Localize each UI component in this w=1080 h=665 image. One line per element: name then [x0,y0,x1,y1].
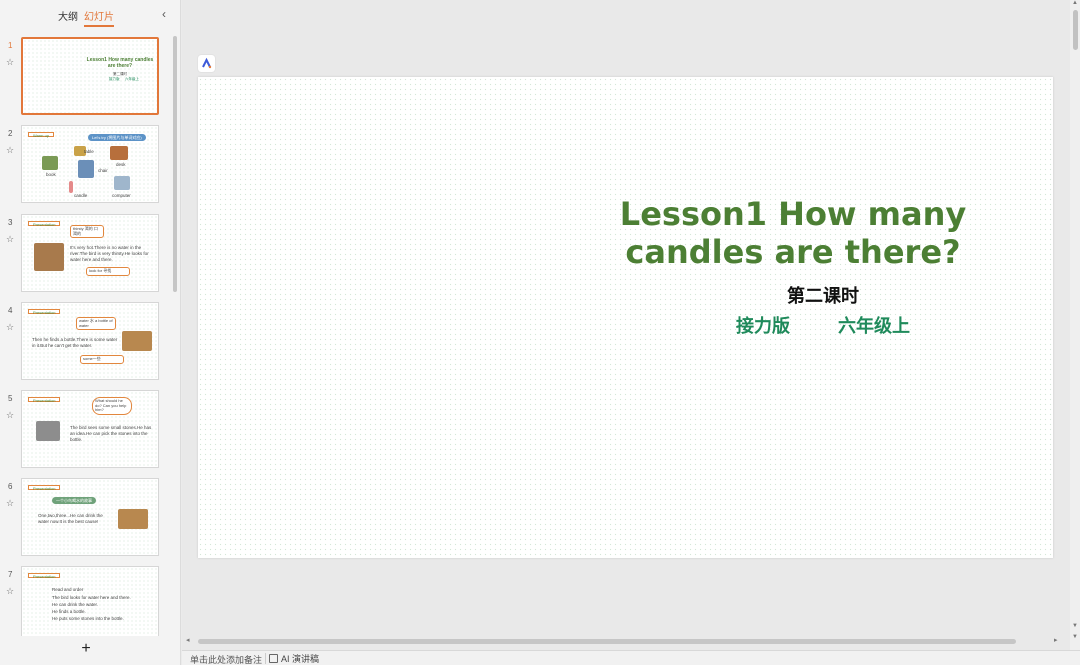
thumb-text: The bird sees some small stones.He has a… [70,425,152,442]
slide-title[interactable]: Lesson1 How many candles are there? [558,195,1028,271]
script-icon [269,654,278,663]
slide-number: 2 [8,129,13,138]
thumb-pill: Let's try (将图片与单词对应) [88,134,146,141]
tab-slides[interactable]: 幻灯片 [84,8,114,27]
thumb-bubble: thirsty 渴的 口渴的 [70,225,104,238]
candle-picture [69,181,73,193]
tab-outline[interactable]: 大纲 [58,8,78,23]
thumbnail-row-2: 2 ☆ Warm up Let's try (将图片与单词对应) table b… [0,125,172,207]
star-icon[interactable]: ☆ [6,410,16,420]
stones-picture [118,509,148,529]
thumb-publisher: 接力版 [109,77,120,81]
order-line: He puts some stones into the bottle. [52,616,124,621]
thumbnail-row-1: 1 ☆ Lesson1 How many candles are there? … [0,37,172,119]
desk-picture [110,146,128,160]
notes-input[interactable]: 单击此处添加备注 [190,653,262,665]
slide-number: 7 [8,570,13,579]
scroll-left-icon[interactable]: ◂ [186,636,190,644]
slide-thumbnail-6[interactable]: Presentation 一个小鸟喝水的故事 One,two,three...H… [21,478,159,556]
thumb-tag: Presentation [28,221,61,227]
thumb-tag: Presentation [28,397,61,403]
thumb-bubble: water 水 a bottle of water [76,317,116,330]
star-icon[interactable]: ☆ [6,145,16,155]
slide-number: 6 [8,482,13,491]
thumb-heading: Read and order [52,587,84,592]
thumb-bubble: What should he do? Can you help him? [92,397,132,415]
slide-thumbnail-4[interactable]: Presentation water 水 a bottle of water T… [21,302,159,380]
thumb-title: Lesson1 How many candles are there? [86,57,154,69]
thumb-tag: Presentation [28,573,61,579]
thumb-text: Then he finds a bottle.There is some wat… [32,337,118,348]
bird-picture [36,421,60,441]
ai-speech-button[interactable]: AI 演讲稿 [269,652,319,665]
slide-number: 4 [8,306,13,315]
slide-thumbnail-7[interactable]: Presentation Read and order The bird loo… [21,566,159,636]
thumb-pill: 一个小鸟喝水的故事 [52,497,96,504]
horizontal-scrollbar[interactable]: ◂ ▸ [182,636,1070,646]
thumb-tag: Warm up [28,132,55,138]
word-label: chair [98,168,108,173]
thumbnail-row-7: 7 ☆ Presentation Read and order The bird… [0,566,172,636]
order-line: He finds a bottle. [52,609,86,614]
scroll-up-icon[interactable]: ▲ [1072,0,1078,6]
word-label: computer [112,193,131,198]
star-icon[interactable]: ☆ [6,322,16,332]
thumb-grade: 六年级上 [125,77,139,81]
word-label: candle [74,193,88,198]
star-icon[interactable]: ☆ [6,586,16,596]
computer-picture [114,176,130,190]
slide-publisher[interactable]: 接力版 [736,312,790,338]
divider [265,653,266,664]
collapse-sidebar-icon[interactable]: ‹ [157,7,171,21]
word-label: book [46,172,56,177]
slide-canvas[interactable]: Lesson1 How many candles are there? 第二课时… [198,77,1053,558]
slides-sidebar: 大纲 幻灯片 ‹ 1 ☆ Lesson1 How many candles ar… [0,0,181,665]
slide-thumbnail-5[interactable]: Presentation What should he do? Can you … [21,390,159,468]
slide-thumbnail-1[interactable]: Lesson1 How many candles are there? 第二课时… [21,37,159,115]
scrollbar-thumb[interactable] [1073,10,1078,50]
thumb-bubble: look for 寻找 [86,267,130,276]
thumbnail-row-4: 4 ☆ Presentation water 水 a bottle of wat… [0,302,172,384]
slide-editor: Lesson1 How many candles are there? 第二课时… [182,0,1080,650]
sidebar-scrollbar[interactable] [173,36,177,292]
app-logo-icon[interactable] [198,55,215,72]
slide-grade[interactable]: 六年级上 [838,312,910,338]
slide-subtitle[interactable]: 第二课时 [758,282,888,308]
star-icon[interactable]: ☆ [6,234,16,244]
bird-picture [34,243,64,271]
status-bar: 单击此处添加备注 AI 演讲稿 [182,650,1080,665]
thumb-tag: Presentation [28,309,61,315]
thumb-bubble: some一些 [80,355,124,364]
thumbnail-row-3: 3 ☆ Presentation thirsty 渴的 口渴的 It's ver… [0,214,172,296]
slide-number: 3 [8,218,13,227]
thumbnail-row-5: 5 ☆ Presentation What should he do? Can … [0,390,172,472]
thumb-tag: Presentation [28,485,61,491]
slide-thumbnail-3[interactable]: Presentation thirsty 渴的 口渴的 It's very ho… [21,214,159,292]
ai-speech-label: AI 演讲稿 [281,654,320,664]
order-line: He can drink the water. [52,602,99,607]
star-icon[interactable]: ☆ [6,57,16,67]
slide-number: 1 [8,41,13,50]
sidebar-tabs: 大纲 幻灯片 [0,8,181,27]
add-slide-icon[interactable]: + [78,640,94,658]
thumbnail-list: 1 ☆ Lesson1 How many candles are there? … [0,34,172,636]
scroll-right-icon[interactable]: ▸ [1054,636,1058,644]
slide-thumbnail-2[interactable]: Warm up Let's try (将图片与单词对应) table book … [21,125,159,203]
slide-number: 5 [8,394,13,403]
thumb-text: One,two,three...He can drink the water n… [38,513,103,524]
word-label: desk [116,162,126,167]
scroll-down-icon[interactable]: ▼ [1072,634,1078,640]
vertical-scrollbar[interactable]: ▲ ▼ ▼ [1070,0,1080,650]
scroll-down-icon[interactable]: ▼ [1072,623,1078,629]
star-icon[interactable]: ☆ [6,498,16,508]
order-line: The bird looks for water here and there. [52,595,131,600]
chair-picture [78,160,94,178]
thumb-text: It's very hot.There is no water in the r… [70,245,149,262]
table-picture [42,156,58,170]
scrollbar-thumb[interactable] [198,639,1016,644]
stones-picture [122,331,152,351]
word-label: table [84,149,94,154]
thumbnail-row-6: 6 ☆ Presentation 一个小鸟喝水的故事 One,two,three… [0,478,172,560]
